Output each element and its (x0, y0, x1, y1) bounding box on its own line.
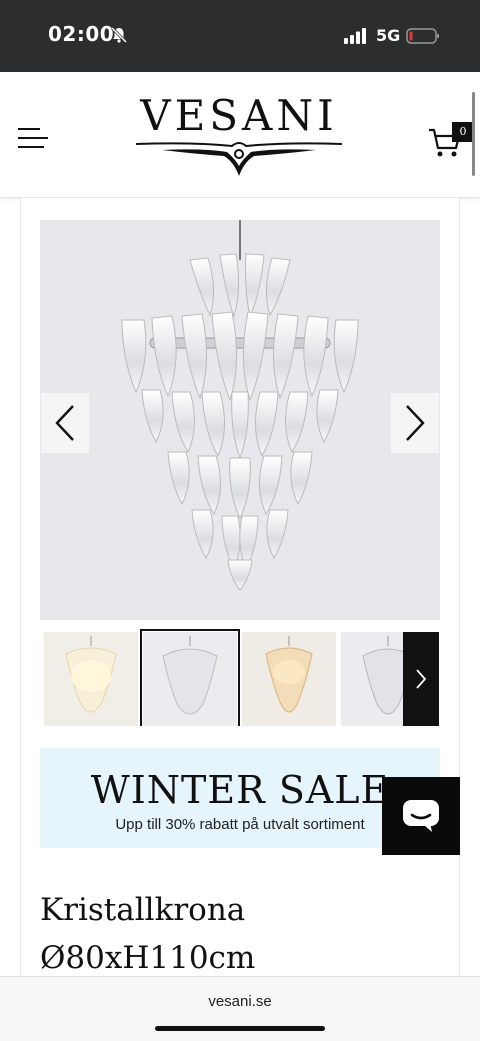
thumbnail-amber-lit[interactable] (242, 632, 336, 726)
network-type: 5G (376, 26, 401, 45)
chevron-right-icon (406, 405, 425, 441)
gallery-next-button[interactable] (391, 393, 439, 453)
gallery-prev-button[interactable] (41, 393, 89, 453)
winter-sale-banner[interactable]: WINTER SALE Upp till 30% rabatt på utval… (40, 748, 440, 848)
cart-count-badge: 0 (452, 122, 474, 142)
battery-icon (406, 28, 439, 44)
thumbnail-warm-lit[interactable] (44, 632, 138, 726)
chat-bubble-icon (403, 800, 439, 832)
crystal-chandelier-image[interactable] (40, 220, 440, 620)
signal-icon (344, 28, 366, 44)
promo-title: WINTER SALE (90, 768, 390, 812)
chat-button[interactable] (382, 777, 460, 855)
product-title-line1: Kristallkrona (40, 892, 246, 928)
thumbnail-strip (40, 628, 440, 726)
home-indicator[interactable] (155, 1026, 325, 1031)
chandelier-illustration (121, 220, 359, 591)
product-title: Kristallkrona Ø80xH110cm (40, 886, 420, 982)
status-time: 02:00 (48, 22, 115, 46)
bell-muted-icon (110, 26, 128, 44)
chevron-left-icon (55, 405, 74, 441)
hamburger-menu-icon[interactable] (18, 126, 50, 150)
scrollbar[interactable] (472, 92, 475, 176)
logo-ornament-icon (135, 142, 343, 176)
url-text[interactable]: vesani.se (0, 993, 480, 1010)
browser-address-bar[interactable]: vesani.se (0, 976, 480, 1041)
thumbnail-clear[interactable] (140, 629, 240, 726)
site-header: VESANI 0 (0, 72, 480, 198)
product-title-line2: Ø80xH110cm (40, 940, 256, 976)
promo-subtitle: Upp till 30% rabatt på utvalt sortiment (115, 816, 365, 833)
brand-logo[interactable]: VESANI (132, 94, 346, 178)
thumbnail-next-button[interactable] (403, 632, 439, 726)
status-bar: 02:00 5G (0, 0, 480, 72)
chevron-right-icon (416, 669, 427, 689)
logo-text: VESANI (140, 91, 338, 140)
